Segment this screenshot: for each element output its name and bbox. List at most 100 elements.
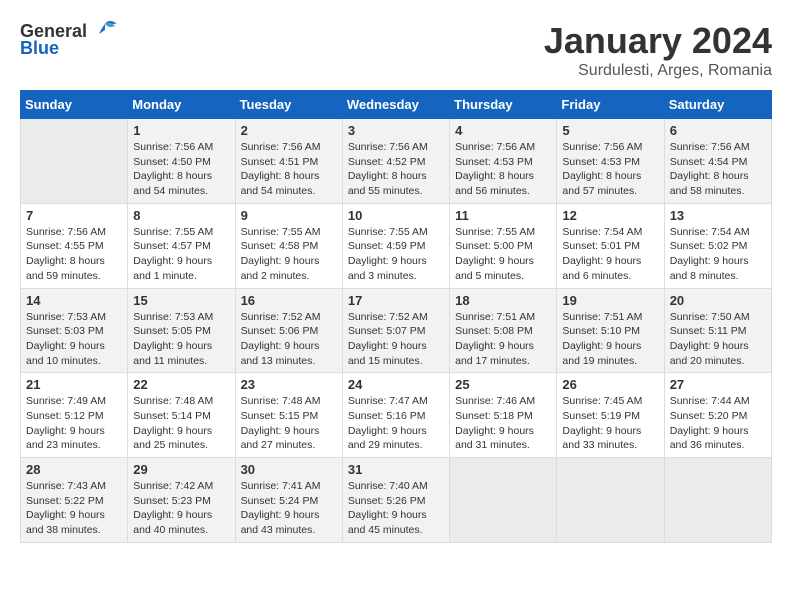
logo: General Blue xyxy=(20,20,119,59)
calendar-cell: 30Sunrise: 7:41 AM Sunset: 5:24 PM Dayli… xyxy=(235,458,342,543)
day-info: Sunrise: 7:50 AM Sunset: 5:11 PM Dayligh… xyxy=(670,310,766,369)
day-info: Sunrise: 7:55 AM Sunset: 4:57 PM Dayligh… xyxy=(133,225,229,284)
day-info: Sunrise: 7:49 AM Sunset: 5:12 PM Dayligh… xyxy=(26,394,122,453)
calendar-cell: 14 Sunrise: 7:53 AM Sunset: 5:03 PM Dayli… xyxy=(21,288,128,373)
day-info: Sunrise: 7:44 AM Sunset: 5:20 PM Dayligh… xyxy=(670,394,766,453)
calendar-cell: 23 Sunrise: 7:48 AM Sunset: 5:15 PM Dayli… xyxy=(235,373,342,458)
column-header-monday: Monday xyxy=(128,91,235,119)
calendar-cell xyxy=(450,458,557,543)
calendar-cell: 3Sunrise: 7:56 AM Sunset: 4:52 PM Daylig… xyxy=(342,119,449,204)
day-info: Sunrise: 7:56 AM Sunset: 4:50 PM Dayligh… xyxy=(133,140,229,199)
day-number: 21 xyxy=(26,377,122,392)
day-number: 1 xyxy=(133,123,229,138)
calendar-header-row: SundayMondayTuesdayWednesdayThursdayFrid… xyxy=(21,91,772,119)
day-number: 14 xyxy=(26,293,122,308)
month-title: January 2024 xyxy=(544,20,772,62)
calendar-cell: 15 Sunrise: 7:53 AM Sunset: 5:05 PM Dayli… xyxy=(128,288,235,373)
location: Surdulesti, Arges, Romania xyxy=(544,62,772,80)
calendar-cell: 19Sunrise: 7:51 AM Sunset: 5:10 PM Dayli… xyxy=(557,288,664,373)
calendar-cell: 13 Sunrise: 7:54 AM Sunset: 5:02 PM Dayli… xyxy=(664,203,771,288)
calendar-cell: 6Sunrise: 7:56 AM Sunset: 4:54 PM Daylig… xyxy=(664,119,771,204)
title-block: January 2024 Surdulesti, Arges, Romania xyxy=(544,20,772,80)
page-header: General Blue January 2024 Surdulesti, Ar… xyxy=(20,20,772,80)
day-number: 17 xyxy=(348,293,444,308)
day-number: 15 xyxy=(133,293,229,308)
day-info: Sunrise: 7:56 AM Sunset: 4:53 PM Dayligh… xyxy=(455,140,551,199)
day-info: Sunrise: 7:48 AM Sunset: 5:14 PM Dayligh… xyxy=(133,394,229,453)
calendar-cell: 27 Sunrise: 7:44 AM Sunset: 5:20 PM Dayli… xyxy=(664,373,771,458)
day-number: 25 xyxy=(455,377,551,392)
day-number: 22 xyxy=(133,377,229,392)
logo-bird-icon xyxy=(91,20,119,42)
day-number: 4 xyxy=(455,123,551,138)
column-header-saturday: Saturday xyxy=(664,91,771,119)
day-info: Sunrise: 7:45 AM Sunset: 5:19 PM Dayligh… xyxy=(562,394,658,453)
day-number: 5 xyxy=(562,123,658,138)
column-header-friday: Friday xyxy=(557,91,664,119)
calendar-cell: 2 Sunrise: 7:56 AM Sunset: 4:51 PM Daylig… xyxy=(235,119,342,204)
day-number: 20 xyxy=(670,293,766,308)
calendar-cell: 4 Sunrise: 7:56 AM Sunset: 4:53 PM Daylig… xyxy=(450,119,557,204)
day-info: Sunrise: 7:48 AM Sunset: 5:15 PM Dayligh… xyxy=(241,394,337,453)
day-info: Sunrise: 7:52 AM Sunset: 5:06 PM Dayligh… xyxy=(241,310,337,369)
logo-blue: Blue xyxy=(20,38,59,59)
column-header-sunday: Sunday xyxy=(21,91,128,119)
day-number: 2 xyxy=(241,123,337,138)
column-header-thursday: Thursday xyxy=(450,91,557,119)
calendar-cell xyxy=(557,458,664,543)
day-info: Sunrise: 7:56 AM Sunset: 4:53 PM Dayligh… xyxy=(562,140,658,199)
day-info: Sunrise: 7:55 AM Sunset: 4:59 PM Dayligh… xyxy=(348,225,444,284)
calendar-cell: 5 Sunrise: 7:56 AM Sunset: 4:53 PM Daylig… xyxy=(557,119,664,204)
day-number: 8 xyxy=(133,208,229,223)
day-number: 12 xyxy=(562,208,658,223)
day-info: Sunrise: 7:56 AM Sunset: 4:54 PM Dayligh… xyxy=(670,140,766,199)
calendar-cell: 25 Sunrise: 7:46 AM Sunset: 5:18 PM Dayli… xyxy=(450,373,557,458)
calendar-cell: 21 Sunrise: 7:49 AM Sunset: 5:12 PM Dayli… xyxy=(21,373,128,458)
calendar-cell: 28 Sunrise: 7:43 AM Sunset: 5:22 PM Dayli… xyxy=(21,458,128,543)
day-info: Sunrise: 7:46 AM Sunset: 5:18 PM Dayligh… xyxy=(455,394,551,453)
calendar-cell: 29Sunrise: 7:42 AM Sunset: 5:23 PM Dayli… xyxy=(128,458,235,543)
calendar-cell: 11 Sunrise: 7:55 AM Sunset: 5:00 PM Dayli… xyxy=(450,203,557,288)
column-header-tuesday: Tuesday xyxy=(235,91,342,119)
day-number: 9 xyxy=(241,208,337,223)
day-number: 28 xyxy=(26,462,122,477)
day-info: Sunrise: 7:51 AM Sunset: 5:08 PM Dayligh… xyxy=(455,310,551,369)
day-number: 18 xyxy=(455,293,551,308)
calendar-cell: 20 Sunrise: 7:50 AM Sunset: 5:11 PM Dayli… xyxy=(664,288,771,373)
day-info: Sunrise: 7:52 AM Sunset: 5:07 PM Dayligh… xyxy=(348,310,444,369)
day-number: 27 xyxy=(670,377,766,392)
day-number: 26 xyxy=(562,377,658,392)
day-info: Sunrise: 7:55 AM Sunset: 5:00 PM Dayligh… xyxy=(455,225,551,284)
column-header-wednesday: Wednesday xyxy=(342,91,449,119)
calendar-cell: 17 Sunrise: 7:52 AM Sunset: 5:07 PM Dayli… xyxy=(342,288,449,373)
day-info: Sunrise: 7:53 AM Sunset: 5:05 PM Dayligh… xyxy=(133,310,229,369)
day-number: 11 xyxy=(455,208,551,223)
day-number: 3 xyxy=(348,123,444,138)
day-number: 23 xyxy=(241,377,337,392)
day-number: 16 xyxy=(241,293,337,308)
day-number: 10 xyxy=(348,208,444,223)
day-info: Sunrise: 7:41 AM Sunset: 5:24 PM Dayligh… xyxy=(241,479,337,538)
day-info: Sunrise: 7:54 AM Sunset: 5:02 PM Dayligh… xyxy=(670,225,766,284)
calendar-cell xyxy=(21,119,128,204)
calendar-cell: 12 Sunrise: 7:54 AM Sunset: 5:01 PM Dayli… xyxy=(557,203,664,288)
calendar-cell: 7Sunrise: 7:56 AM Sunset: 4:55 PM Daylig… xyxy=(21,203,128,288)
calendar-cell: 10 Sunrise: 7:55 AM Sunset: 4:59 PM Dayli… xyxy=(342,203,449,288)
day-info: Sunrise: 7:56 AM Sunset: 4:51 PM Dayligh… xyxy=(241,140,337,199)
day-info: Sunrise: 7:53 AM Sunset: 5:03 PM Dayligh… xyxy=(26,310,122,369)
day-info: Sunrise: 7:51 AM Sunset: 5:10 PM Dayligh… xyxy=(562,310,658,369)
day-number: 7 xyxy=(26,208,122,223)
calendar-week-row: 7Sunrise: 7:56 AM Sunset: 4:55 PM Daylig… xyxy=(21,203,772,288)
day-number: 13 xyxy=(670,208,766,223)
day-number: 31 xyxy=(348,462,444,477)
calendar-cell xyxy=(664,458,771,543)
day-info: Sunrise: 7:42 AM Sunset: 5:23 PM Dayligh… xyxy=(133,479,229,538)
day-info: Sunrise: 7:43 AM Sunset: 5:22 PM Dayligh… xyxy=(26,479,122,538)
day-info: Sunrise: 7:54 AM Sunset: 5:01 PM Dayligh… xyxy=(562,225,658,284)
calendar-week-row: 14 Sunrise: 7:53 AM Sunset: 5:03 PM Dayli… xyxy=(21,288,772,373)
day-info: Sunrise: 7:55 AM Sunset: 4:58 PM Dayligh… xyxy=(241,225,337,284)
calendar-cell: 8 Sunrise: 7:55 AM Sunset: 4:57 PM Daylig… xyxy=(128,203,235,288)
calendar-week-row: 21 Sunrise: 7:49 AM Sunset: 5:12 PM Dayli… xyxy=(21,373,772,458)
calendar-week-row: 1 Sunrise: 7:56 AM Sunset: 4:50 PM Daylig… xyxy=(21,119,772,204)
calendar-cell: 16 Sunrise: 7:52 AM Sunset: 5:06 PM Dayli… xyxy=(235,288,342,373)
